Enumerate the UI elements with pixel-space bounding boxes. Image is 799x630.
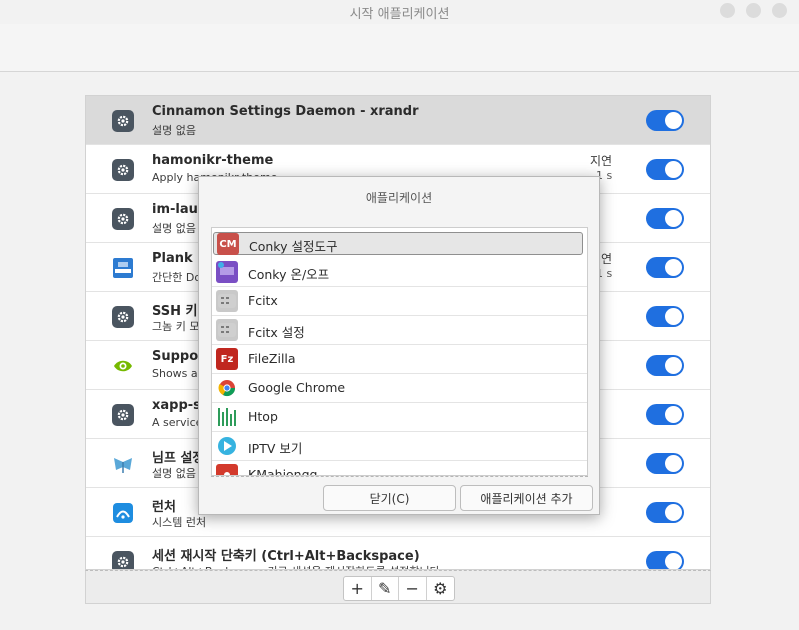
application-list-item[interactable]: IPTV 보기 — [212, 432, 587, 461]
startup-item-name: Plank — [152, 251, 193, 266]
app-icon-text: CM — [219, 238, 237, 250]
nimf-icon — [112, 453, 134, 475]
htop-icon — [216, 406, 238, 428]
enable-toggle[interactable] — [646, 159, 684, 180]
list-toolbar: + ✎ − ⚙ — [343, 576, 455, 601]
startup-item-description: 설명 없음 — [152, 222, 196, 235]
keyboard-icon — [216, 290, 238, 312]
application-list[interactable]: CM Conky 설정도구 Conky 온/오프 Fcitx Fcitx 설정 Fz Fil… — [211, 227, 588, 476]
add-button[interactable]: + — [344, 577, 372, 600]
startup-item-name: 런처 — [152, 500, 176, 515]
toggle-knob — [665, 112, 682, 129]
toggle-knob — [665, 210, 682, 227]
conky-toggle-icon — [216, 261, 238, 283]
remove-button[interactable]: − — [399, 577, 427, 600]
toggle-knob — [665, 553, 682, 569]
startup-item-row[interactable]: 세션 재시작 단축키 (Ctrl+Alt+Backspace)Ctrl+Alt+… — [86, 537, 710, 569]
filezilla-icon: Fz — [216, 348, 238, 370]
application-name: FileZilla — [248, 351, 296, 366]
application-list-item[interactable]: Google Chrome — [212, 374, 587, 403]
header-bar — [0, 24, 799, 72]
toggle-knob — [665, 308, 682, 325]
toggle-knob — [665, 406, 682, 423]
enable-toggle[interactable] — [646, 404, 684, 425]
startup-item-name: 님프 설정 — [152, 451, 205, 466]
startup-item-name: hamonikr-theme — [152, 153, 274, 168]
settings-button[interactable]: ⚙ — [427, 577, 454, 600]
application-list-item[interactable]: Fcitx — [212, 287, 587, 316]
toggle-knob — [665, 259, 682, 276]
add-application-dialog: 애플리케이션 CM Conky 설정도구 Conky 온/오프 Fcitx Fcitx … — [198, 176, 600, 515]
dialog-title: 애플리케이션 — [365, 191, 433, 205]
toggle-knob — [665, 504, 682, 521]
startup-item-name: Cinnamon Settings Daemon - xrandr — [152, 104, 419, 119]
window-title: 시작 애플리케이션 — [349, 7, 450, 22]
launcher-icon — [112, 502, 134, 524]
startup-item-description: Ctrl+Alt+Backspace 키로 세션을 재시작하도록 설정합니다. — [152, 563, 443, 569]
app-icon-text: Fz — [220, 353, 234, 365]
application-name: Conky 온/오프 — [248, 267, 330, 282]
gear-icon — [112, 110, 134, 132]
enable-toggle[interactable] — [646, 208, 684, 229]
maximize-button[interactable] — [746, 3, 761, 18]
application-list-item[interactable]: CM Conky 설정도구 — [213, 232, 583, 255]
startup-item-description: 시스템 런처 — [152, 516, 207, 529]
close-window-button[interactable] — [772, 3, 787, 18]
dialog-close-button[interactable]: 닫기(C) — [323, 485, 456, 511]
application-name: Fcitx — [248, 293, 278, 308]
gear-icon — [112, 306, 134, 328]
toggle-knob — [665, 455, 682, 472]
enable-toggle[interactable] — [646, 110, 684, 131]
gear-icon — [112, 208, 134, 230]
conky-settings-icon: CM — [217, 233, 239, 255]
application-list-item[interactable]: Conky 온/오프 — [212, 258, 587, 287]
chrome-icon — [216, 377, 238, 399]
toggle-knob — [665, 357, 682, 374]
startup-item-description: 설명 없음 — [152, 467, 196, 480]
enable-toggle[interactable] — [646, 502, 684, 523]
application-name: Fcitx 설정 — [248, 325, 305, 340]
enable-toggle[interactable] — [646, 355, 684, 376]
gear-icon — [112, 551, 134, 569]
application-list-item[interactable]: Htop — [212, 403, 587, 432]
application-name: IPTV 보기 — [248, 441, 303, 456]
enable-toggle[interactable] — [646, 453, 684, 474]
nvidia-icon — [112, 355, 134, 377]
minimize-button[interactable] — [720, 3, 735, 18]
dialog-list-divider — [211, 476, 588, 477]
toggle-knob — [665, 161, 682, 178]
application-list-item[interactable]: Fz FileZilla — [212, 345, 587, 374]
plank-icon — [112, 257, 134, 279]
application-list-item[interactable]: KMahjongg — [212, 461, 587, 476]
startup-item-row[interactable]: Cinnamon Settings Daemon - xrandr 설명 없음 — [86, 96, 710, 145]
enable-toggle[interactable] — [646, 306, 684, 327]
application-name: Conky 설정도구 — [249, 239, 338, 254]
mahjongg-icon — [216, 464, 238, 475]
delay-label: 지연 — [590, 154, 613, 168]
application-name: KMahjongg — [248, 467, 318, 476]
keyboard-icon — [216, 319, 238, 341]
enable-toggle[interactable] — [646, 551, 684, 569]
gear-icon — [112, 404, 134, 426]
application-name: Htop — [248, 409, 278, 424]
add-application-button[interactable]: 애플리케이션 추가 — [460, 485, 593, 511]
application-name: Google Chrome — [248, 380, 346, 395]
title-bar: 시작 애플리케이션 — [0, 0, 799, 24]
edit-button[interactable]: ✎ — [372, 577, 399, 600]
gear-icon — [112, 159, 134, 181]
iptv-icon — [216, 435, 238, 457]
startup-item-description: 설명 없음 — [152, 124, 196, 137]
enable-toggle[interactable] — [646, 257, 684, 278]
startup-item-description: A service — [152, 416, 203, 429]
application-list-item[interactable]: Fcitx 설정 — [212, 316, 587, 345]
startup-item-name: 세션 재시작 단축키 (Ctrl+Alt+Backspace) — [152, 549, 420, 564]
